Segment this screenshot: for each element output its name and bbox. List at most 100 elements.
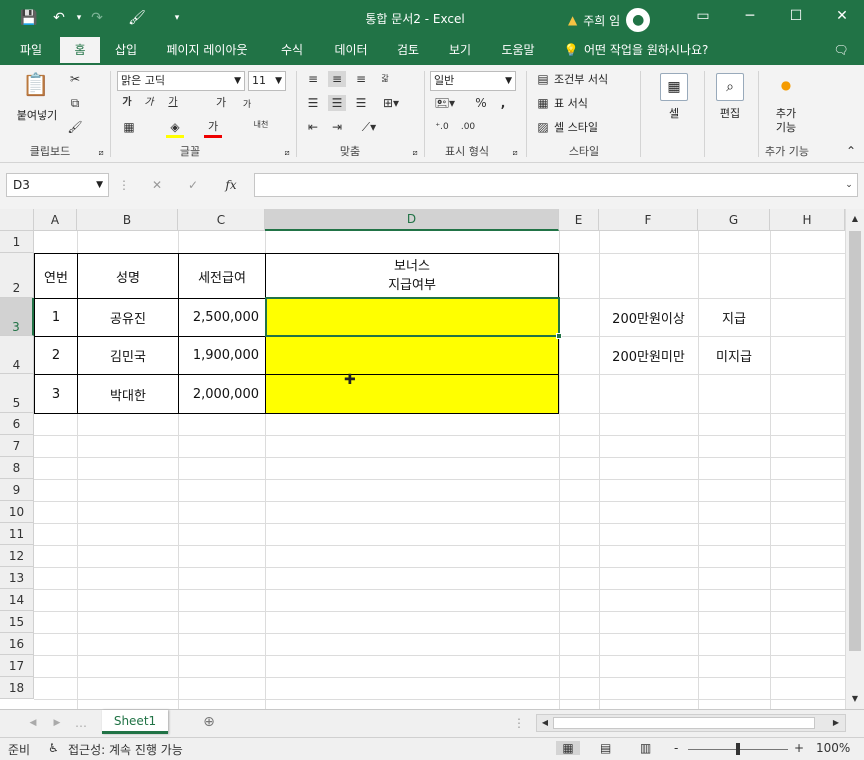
scroll-up-icon[interactable]: ▲ — [848, 211, 862, 227]
format-painter-icon[interactable]: 🖌 — [66, 119, 84, 135]
font-color-button[interactable]: 가 — [204, 119, 222, 138]
row-header-14[interactable]: 14 — [0, 589, 34, 611]
fill-color-icon[interactable]: ◈ — [166, 119, 184, 138]
phonetic-button[interactable]: 내천 — [250, 117, 272, 133]
column-header-c[interactable]: C — [178, 209, 265, 231]
cell-c3[interactable]: 2,500,000 — [179, 299, 265, 336]
row-header-15[interactable]: 15 — [0, 611, 34, 633]
align-top-icon[interactable]: ≡ — [304, 71, 322, 87]
format-table-icon[interactable]: ▦ — [534, 95, 552, 111]
cell-f3[interactable]: 200만원이상 — [599, 299, 698, 336]
expand-formula-bar-icon[interactable]: ⌄ — [842, 177, 856, 193]
zoom-slider-thumb[interactable] — [736, 743, 740, 755]
row-header-8[interactable]: 8 — [0, 457, 34, 479]
close-button[interactable]: ✕ — [827, 6, 857, 26]
tab-formulas[interactable]: 수식 — [270, 37, 314, 65]
font-name-select[interactable]: 맑은 고딕 ▼ — [117, 71, 245, 91]
tab-review[interactable]: 검토 — [386, 37, 430, 65]
redo-icon[interactable]: ↷ — [86, 8, 108, 28]
cell-b2[interactable]: 성명 — [78, 254, 178, 298]
column-header-h[interactable]: H — [770, 209, 845, 231]
underline-button[interactable]: 가 — [166, 95, 180, 111]
row-header-1[interactable]: 1 — [0, 231, 34, 253]
zoom-in-button[interactable]: + — [794, 741, 804, 755]
tab-view[interactable]: 보기 — [438, 37, 482, 65]
page-layout-view-icon[interactable]: ▤ — [600, 741, 611, 755]
column-header-d[interactable]: D — [265, 209, 559, 231]
borders-icon[interactable]: ▦ — [120, 119, 138, 135]
more-sheets-icon[interactable]: … — [74, 715, 88, 731]
cells-button[interactable]: 셀 — [652, 107, 696, 121]
find-icon[interactable]: ⌕ — [716, 73, 744, 101]
align-middle-icon[interactable]: ≡ — [328, 71, 346, 87]
merge-center-icon[interactable]: ⊞▾ — [376, 95, 406, 111]
row-header-4[interactable]: 4 — [0, 336, 34, 374]
comments-icon[interactable]: 🗨 — [828, 37, 854, 65]
scrollbar-thumb[interactable] — [553, 717, 815, 729]
format-painter-qat-icon[interactable]: 🖌 — [126, 8, 148, 28]
tab-home[interactable]: 홈 — [60, 37, 100, 65]
cell-d2[interactable]: 보너스 지급여부 — [266, 254, 558, 298]
save-icon[interactable]: 💾 — [18, 8, 40, 28]
user-account[interactable]: ▲ 주희 임 ● — [568, 8, 651, 32]
select-all-button[interactable] — [0, 209, 34, 231]
number-launcher-icon[interactable]: ⧄ — [510, 145, 520, 161]
formula-input[interactable] — [254, 173, 858, 197]
paste-icon[interactable]: 📋 — [22, 73, 50, 101]
align-left-icon[interactable]: ☰ — [304, 95, 322, 111]
horizontal-scrollbar[interactable]: ◀ ▶ — [536, 714, 846, 732]
user-avatar-icon[interactable]: ● — [626, 8, 651, 32]
format-as-table-button[interactable]: 표 서식 — [554, 97, 614, 111]
align-right-icon[interactable]: ☰ — [352, 95, 370, 111]
cell-styles-icon[interactable]: ▨ — [534, 119, 552, 135]
font-size-select[interactable]: 11 ▼ — [248, 71, 286, 91]
paste-button[interactable]: 붙여넣기 — [6, 109, 68, 123]
increase-decimal-icon[interactable]: ⁺.0 — [432, 119, 452, 135]
comma-button[interactable]: , — [496, 95, 510, 111]
cell-a4[interactable]: 2 — [35, 337, 77, 374]
worksheet-grid[interactable]: A B C D E F G H 1 2 3 4 5 6 7 8 9 10 11 … — [0, 209, 864, 709]
decrease-font-button[interactable]: 가 — [240, 97, 254, 113]
row-header-3[interactable]: 3 — [0, 298, 34, 336]
row-header-13[interactable]: 13 — [0, 567, 34, 589]
row-header-5[interactable]: 5 — [0, 374, 34, 413]
prev-sheet-icon[interactable]: ◀ — [26, 715, 40, 731]
cell-styles-button[interactable]: 셀 스타일 — [554, 121, 624, 135]
row-header-10[interactable]: 10 — [0, 501, 34, 523]
tell-me-search[interactable]: 어떤 작업을 원하시나요? — [584, 37, 744, 65]
cell-a2[interactable]: 연번 — [35, 254, 77, 298]
accessibility-icon[interactable]: ♿ — [48, 741, 59, 755]
zoom-out-button[interactable]: - — [674, 741, 678, 755]
italic-button[interactable]: 가 — [142, 95, 156, 111]
clipboard-launcher-icon[interactable]: ⧄ — [96, 145, 106, 161]
insert-function-button[interactable]: fx — [220, 177, 242, 193]
row-header-16[interactable]: 16 — [0, 633, 34, 655]
row-header-2[interactable]: 2 — [0, 253, 34, 298]
cell-b5[interactable]: 박대한 — [78, 375, 178, 413]
row-header-9[interactable]: 9 — [0, 479, 34, 501]
number-format-select[interactable]: 일반 ▼ — [430, 71, 516, 91]
font-launcher-icon[interactable]: ⧄ — [282, 145, 292, 161]
next-sheet-icon[interactable]: ▶ — [50, 715, 64, 731]
tab-help[interactable]: 도움말 — [490, 37, 546, 65]
cell-g3[interactable]: 지급 — [698, 299, 770, 336]
alignment-launcher-icon[interactable]: ⧄ — [410, 145, 420, 161]
column-header-g[interactable]: G — [698, 209, 770, 231]
row-header-6[interactable]: 6 — [0, 413, 34, 435]
row-header-11[interactable]: 11 — [0, 523, 34, 545]
cancel-icon[interactable]: ✕ — [148, 177, 166, 193]
bold-button[interactable]: 가 — [120, 95, 134, 111]
new-sheet-icon[interactable]: ⊕ — [200, 714, 218, 730]
cell-b3[interactable]: 공유진 — [78, 299, 178, 336]
tab-insert[interactable]: 삽입 — [104, 37, 148, 65]
row-header-7[interactable]: 7 — [0, 435, 34, 457]
undo-icon[interactable]: ↶ — [48, 8, 70, 28]
normal-view-icon[interactable]: ▦ — [556, 741, 580, 755]
scroll-left-icon[interactable]: ◀ — [538, 715, 552, 731]
editing-button[interactable]: 편집 — [708, 107, 752, 121]
cell-b4[interactable]: 김민국 — [78, 337, 178, 374]
name-box[interactable]: D3 ▼ — [6, 173, 109, 197]
minimize-button[interactable]: ─ — [735, 6, 765, 26]
scrollbar-thumb[interactable] — [849, 231, 861, 651]
wrap-text-button[interactable]: 갋 — [376, 71, 394, 87]
